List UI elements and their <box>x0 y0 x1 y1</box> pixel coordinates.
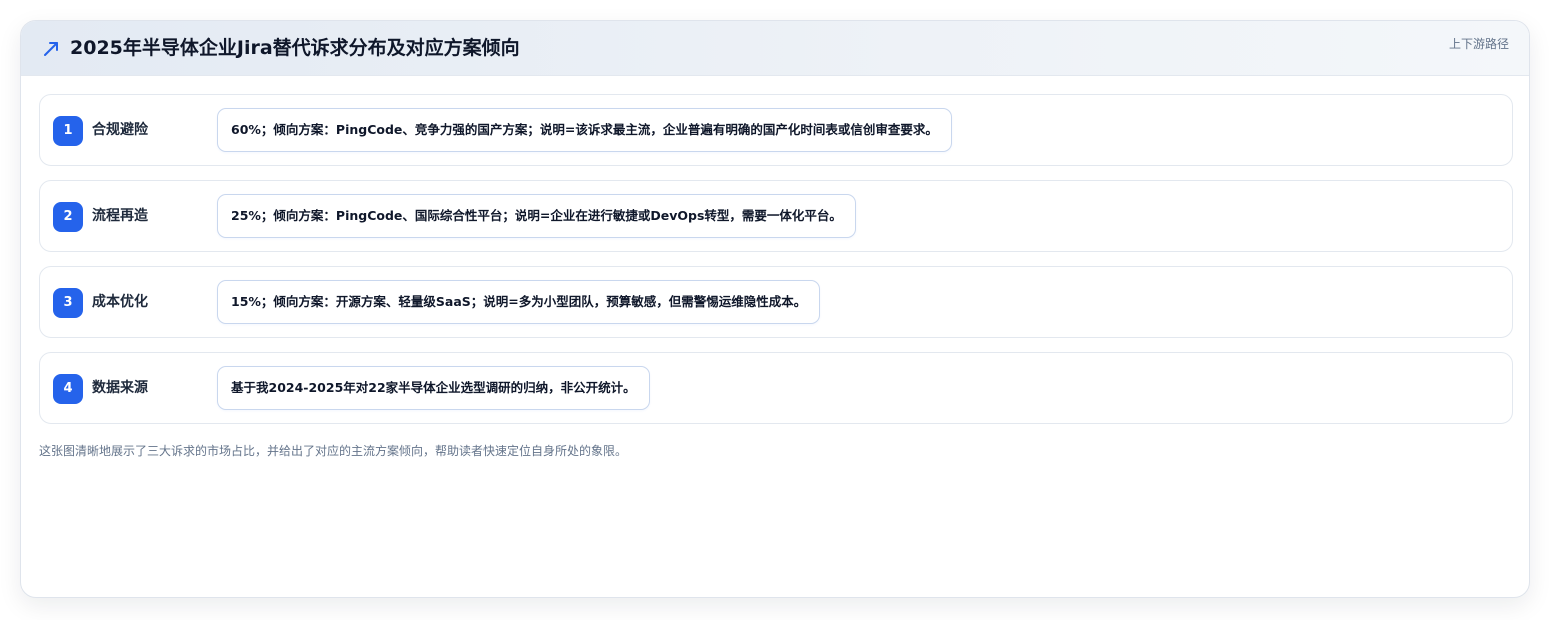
footnote: 这张图清晰地展示了三大诉求的市场占比，并给出了对应的主流方案倾向，帮助读者快速定… <box>39 444 628 458</box>
list-item: 4 数据来源 基于我2024-2025年对22家半导体企业选型调研的归纳，非公开… <box>39 352 1513 424</box>
list-item: 1 合规避险 60%；倾向方案：PingCode、竞争力强的国产方案；说明=该诉… <box>39 94 1513 166</box>
number-badge: 4 <box>53 374 83 404</box>
row-label: 流程再造 <box>92 208 148 224</box>
list-item: 2 流程再造 25%；倾向方案：PingCode、国际综合性平台；说明=企业在进… <box>39 180 1513 252</box>
row-detail: 60%；倾向方案：PingCode、竞争力强的国产方案；说明=该诉求最主流，企业… <box>217 108 952 152</box>
row-detail: 25%；倾向方案：PingCode、国际综合性平台；说明=企业在进行敏捷或Dev… <box>217 194 856 238</box>
number-badge: 2 <box>53 202 83 232</box>
page-title: 2025年半导体企业Jira替代诉求分布及对应方案倾向 <box>70 37 520 59</box>
list-item: 3 成本优化 15%；倾向方案：开源方案、轻量级SaaS；说明=多为小型团队，预… <box>39 266 1513 338</box>
rows-list: 1 合规避险 60%；倾向方案：PingCode、竞争力强的国产方案；说明=该诉… <box>39 94 1513 438</box>
row-label: 成本优化 <box>92 294 148 310</box>
trend-arrow-icon <box>44 42 58 56</box>
row-detail: 15%；倾向方案：开源方案、轻量级SaaS；说明=多为小型团队，预算敏感，但需警… <box>217 280 821 324</box>
row-label: 数据来源 <box>92 380 148 396</box>
card-header: 2025年半导体企业Jira替代诉求分布及对应方案倾向 上下游路径 <box>21 21 1529 76</box>
row-label: 合规避险 <box>92 122 148 138</box>
number-badge: 3 <box>53 288 83 318</box>
number-badge: 1 <box>53 116 83 146</box>
diagram-card: 2025年半导体企业Jira替代诉求分布及对应方案倾向 上下游路径 1 合规避险… <box>20 20 1530 598</box>
row-detail: 基于我2024-2025年对22家半导体企业选型调研的归纳，非公开统计。 <box>217 366 650 410</box>
header-tag: 上下游路径 <box>1448 37 1509 51</box>
